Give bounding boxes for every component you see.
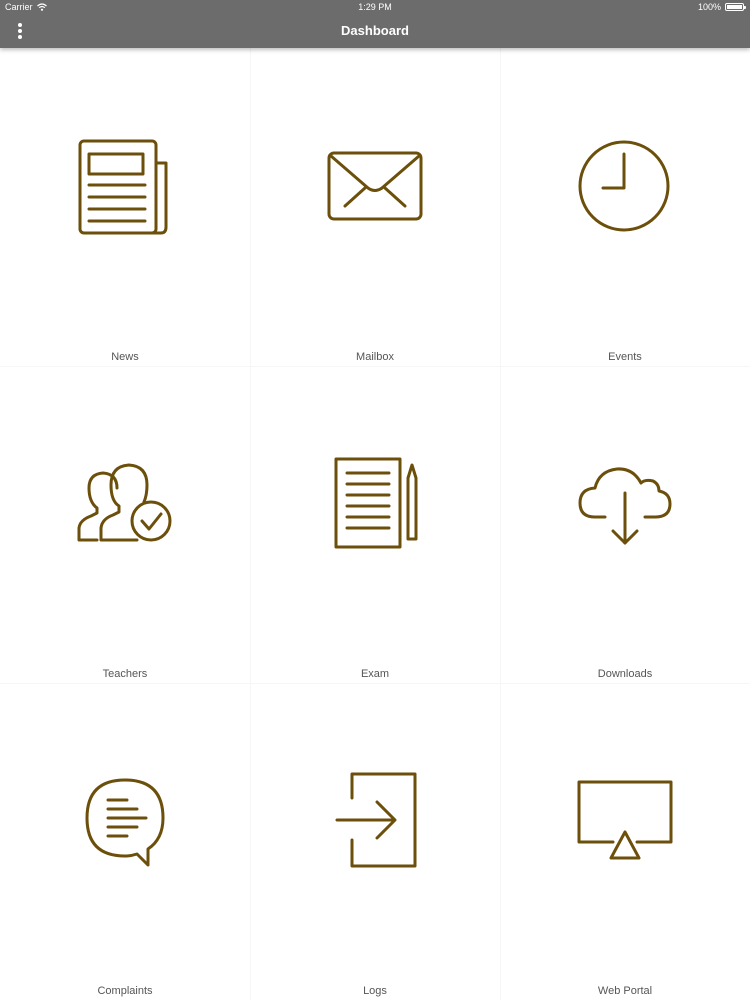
battery-icon <box>725 3 746 11</box>
tile-label: Complaints <box>97 985 153 997</box>
tile-logs[interactable]: Logs <box>250 682 500 999</box>
battery-fill <box>727 5 742 9</box>
tile-label: News <box>111 351 139 363</box>
users-check-icon <box>75 453 175 553</box>
tile-mailbox[interactable]: Mailbox <box>250 48 500 365</box>
battery-percent: 100% <box>697 2 721 12</box>
login-icon <box>325 770 425 870</box>
tile-label: Events <box>608 351 642 363</box>
document-pencil-icon <box>325 453 425 553</box>
tile-label: Downloads <box>597 668 653 680</box>
chat-bubble-icon <box>75 770 175 870</box>
tile-label: Logs <box>363 985 387 997</box>
cloud-download-icon <box>575 453 675 553</box>
tile-exam[interactable]: Exam <box>250 365 500 682</box>
newspaper-icon <box>75 136 175 236</box>
tile-events[interactable]: Events <box>500 48 750 365</box>
tile-news[interactable]: News <box>0 48 250 365</box>
status-bar: Carrier 1:29 PM 100% <box>0 0 750 14</box>
status-right: 100% <box>697 0 746 14</box>
airplay-icon <box>575 770 675 870</box>
app-header: Carrier 1:29 PM 100% Dashboard <box>0 0 750 48</box>
tile-web-portal[interactable]: Web Portal <box>500 682 750 999</box>
tile-label: Web Portal <box>597 985 653 997</box>
tile-label: Teachers <box>102 668 148 680</box>
tile-teachers[interactable]: Teachers <box>0 365 250 682</box>
tile-complaints[interactable]: Complaints <box>0 682 250 999</box>
status-time: 1:29 PM <box>358 2 392 12</box>
clock-icon <box>575 136 675 236</box>
tile-downloads[interactable]: Downloads <box>500 365 750 682</box>
tile-label: Exam <box>360 668 390 680</box>
envelope-icon <box>325 136 425 236</box>
dashboard-grid: News Mailbox Events Teachers Exam Downlo… <box>0 48 750 1000</box>
tile-label: Mailbox <box>356 351 394 363</box>
page-title: Dashboard <box>341 23 409 38</box>
